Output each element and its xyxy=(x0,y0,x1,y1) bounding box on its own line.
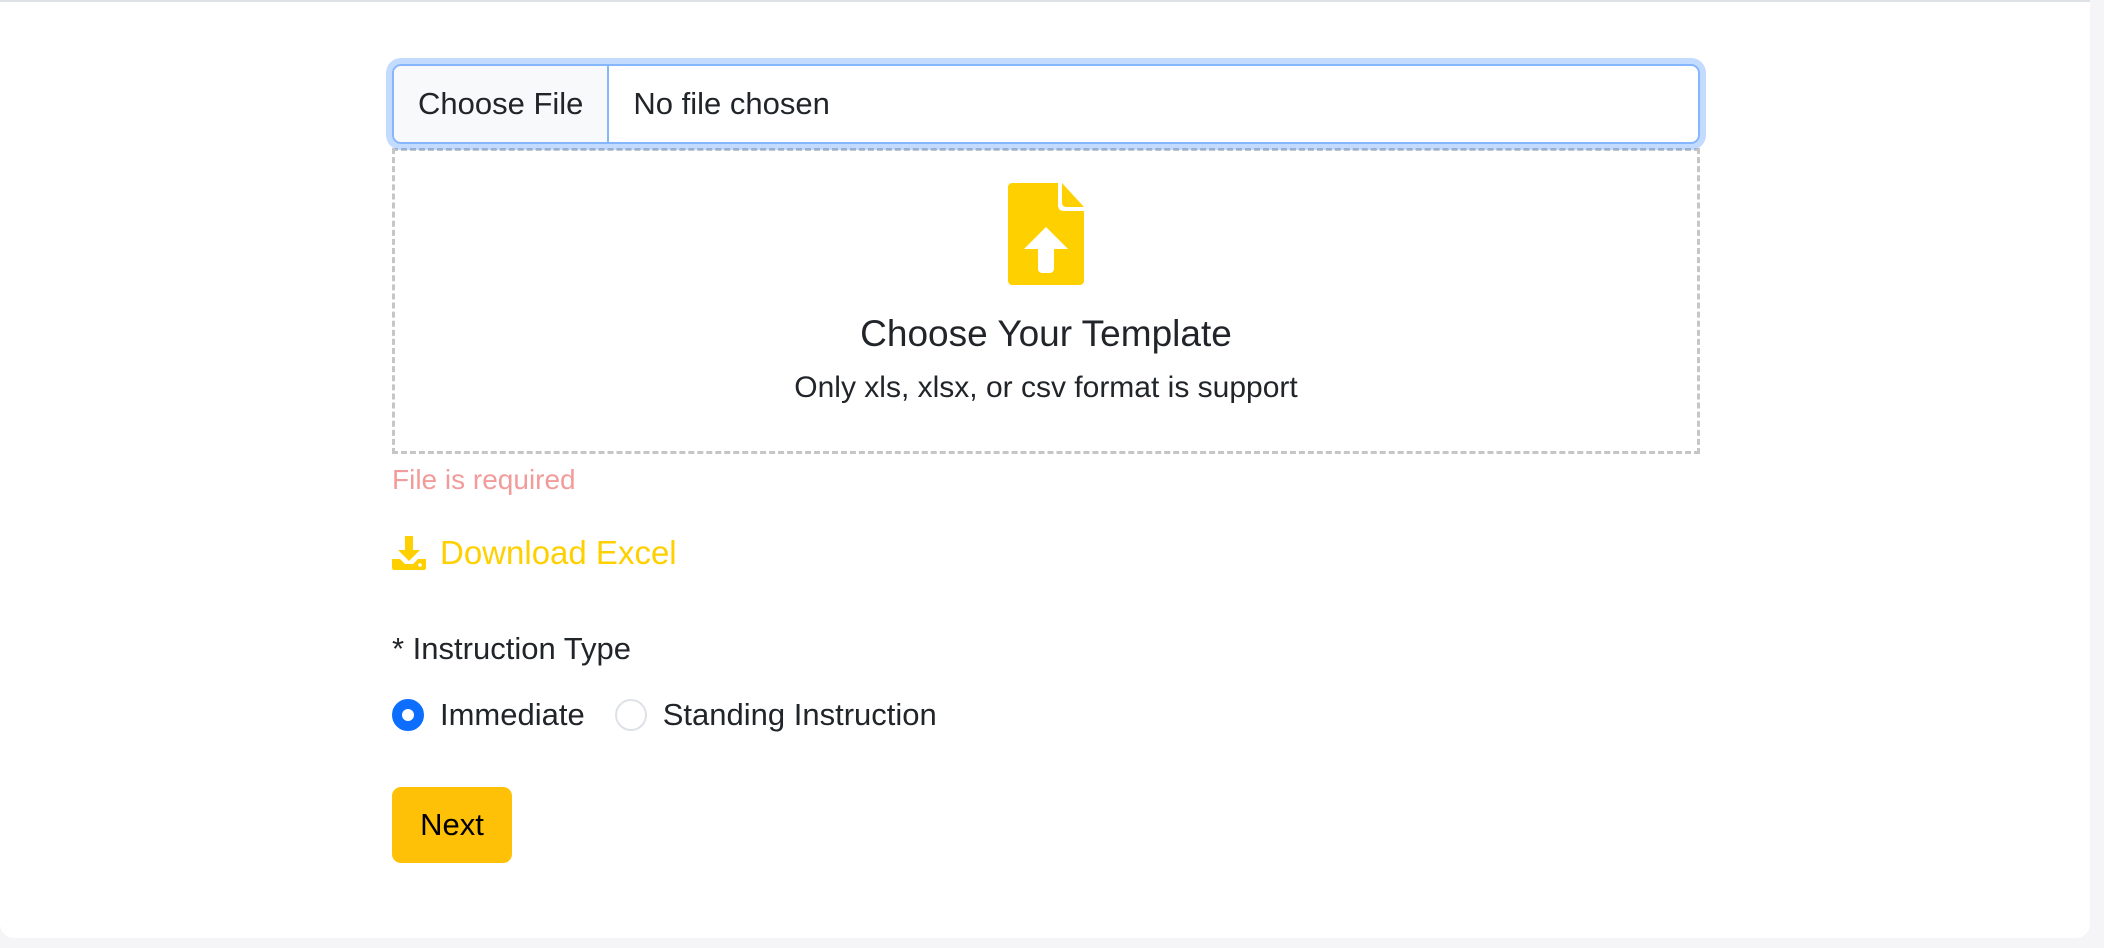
file-input[interactable]: Choose File No file chosen xyxy=(392,64,1700,144)
form-card: Choose File No file chosen Choose Your T… xyxy=(0,0,2090,938)
radio-standing-instruction-button[interactable] xyxy=(614,699,647,731)
radio-immediate[interactable]: Immediate xyxy=(392,697,585,733)
radio-immediate-button[interactable] xyxy=(392,699,424,731)
file-upload-icon xyxy=(1008,183,1084,285)
drop-zone-subtitle: Only xls, xlsx, or csv format is support xyxy=(794,371,1298,404)
download-excel-label: Download Excel xyxy=(440,534,677,571)
file-status-text: No file chosen xyxy=(633,86,830,121)
radio-standing-instruction[interactable]: Standing Instruction xyxy=(614,697,937,733)
download-excel-link[interactable]: Download Excel xyxy=(392,534,677,572)
radio-immediate-label[interactable]: Immediate xyxy=(440,697,585,733)
instruction-type-radio-group: Immediate Standing Instruction xyxy=(392,697,1700,733)
next-button[interactable]: Next xyxy=(392,787,512,863)
file-drop-zone[interactable]: Choose Your Template Only xls, xlsx, or … xyxy=(392,148,1700,454)
upload-form: Choose File No file chosen Choose Your T… xyxy=(392,64,1700,863)
instruction-type-label: * Instruction Type xyxy=(392,631,631,666)
choose-file-button[interactable]: Choose File xyxy=(394,66,610,142)
drop-zone-title: Choose Your Template xyxy=(860,313,1232,354)
radio-standing-instruction-label[interactable]: Standing Instruction xyxy=(663,697,937,733)
download-icon xyxy=(392,536,426,570)
file-required-error: File is required xyxy=(392,464,576,495)
